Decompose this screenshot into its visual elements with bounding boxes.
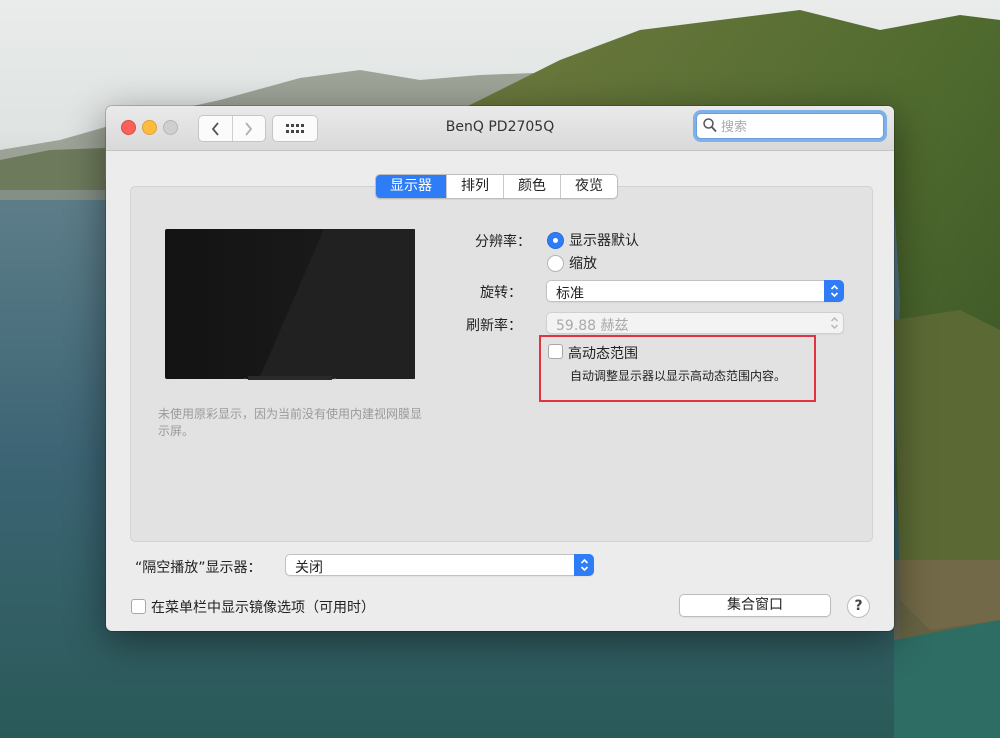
rotation-label: 旋转： <box>480 285 522 301</box>
mirroring-options-checkbox[interactable] <box>131 599 146 614</box>
display-preferences-window: BenQ PD2705Q 显示器 排列 颜色 夜览 未使用原彩显示，因为当前没有… <box>106 106 894 631</box>
search-icon <box>703 118 717 133</box>
refresh-rate-value: 59.88 赫兹 <box>556 318 629 334</box>
airplay-display-popup[interactable]: 关闭 <box>285 554 594 576</box>
help-button[interactable]: ? <box>847 595 870 618</box>
refresh-rate-label: 刷新率： <box>466 318 522 334</box>
up-down-arrows-icon <box>580 558 588 572</box>
rotation-value: 标准 <box>556 286 584 302</box>
rotation-stepper <box>824 280 844 302</box>
airplay-display-label: “隔空播放”显示器： <box>135 560 262 576</box>
preference-tabs: 显示器 排列 颜色 夜览 <box>375 174 618 199</box>
resolution-label: 分辨率： <box>475 234 531 250</box>
true-tone-caption: 未使用原彩显示，因为当前没有使用内建视网膜显示屏。 <box>158 407 423 438</box>
refresh-rate-popup[interactable]: 59.88 赫兹 <box>546 312 844 334</box>
hdr-label[interactable]: 高动态范围 <box>568 343 638 363</box>
gather-windows-button[interactable]: 集合窗口 <box>679 594 831 617</box>
up-down-arrows-icon <box>830 316 838 330</box>
rotation-popup[interactable]: 标准 <box>546 280 844 302</box>
mirroring-options-label[interactable]: 在菜单栏中显示镜像选项（可用时） <box>151 597 375 617</box>
tab-color[interactable]: 颜色 <box>503 175 560 198</box>
tab-display[interactable]: 显示器 <box>376 175 446 198</box>
resolution-default-radio[interactable] <box>547 232 564 249</box>
tab-night-shift[interactable]: 夜览 <box>560 175 617 198</box>
airplay-stepper <box>574 554 594 576</box>
title-bar: BenQ PD2705Q <box>106 106 894 151</box>
hdr-checkbox[interactable] <box>548 344 563 359</box>
resolution-default-label[interactable]: 显示器默认 <box>569 230 639 250</box>
monitor-illustration <box>165 229 415 380</box>
tab-arrangement[interactable]: 排列 <box>446 175 503 198</box>
search-field[interactable] <box>696 113 884 139</box>
hdr-description: 自动调整显示器以显示高动态范围内容。 <box>570 369 787 383</box>
refresh-rate-stepper <box>824 312 844 334</box>
search-input[interactable] <box>719 116 873 138</box>
resolution-scaled-radio[interactable] <box>547 255 564 272</box>
up-down-arrows-icon <box>830 284 838 298</box>
airplay-display-value: 关闭 <box>295 560 323 576</box>
resolution-scaled-label[interactable]: 缩放 <box>569 253 597 273</box>
